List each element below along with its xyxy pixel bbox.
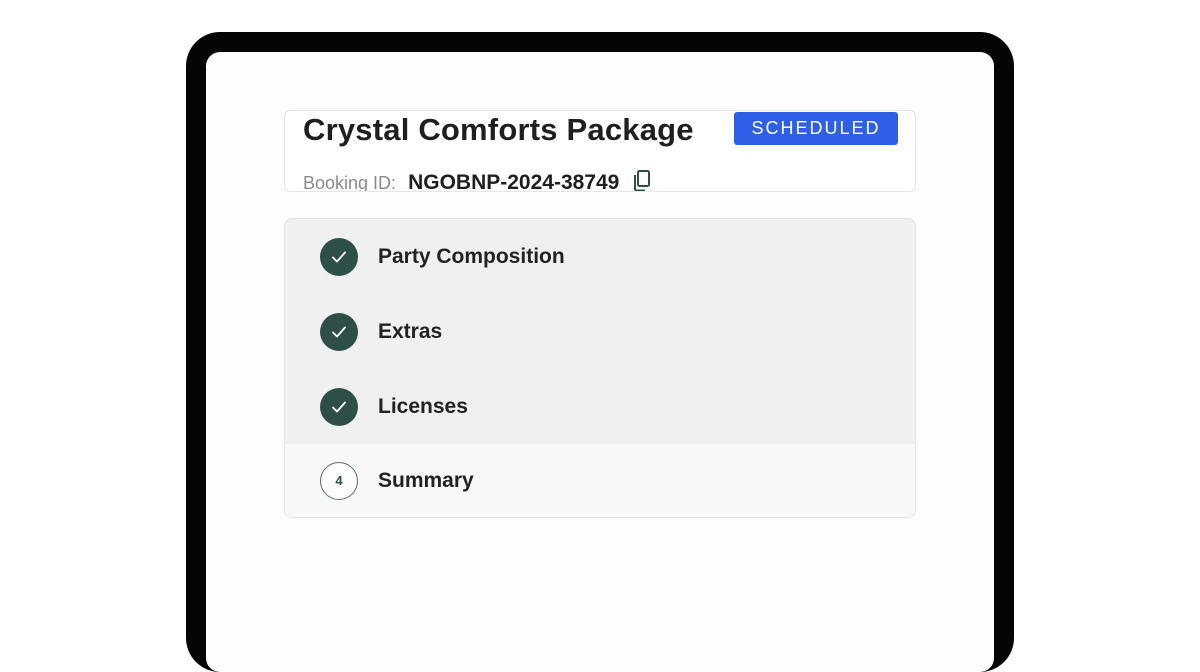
step-label: Licenses bbox=[378, 394, 468, 418]
step-label: Extras bbox=[378, 319, 443, 343]
check-icon bbox=[320, 312, 358, 351]
step-party-composition[interactable]: Party Composition bbox=[285, 219, 915, 294]
check-icon bbox=[320, 387, 358, 426]
booking-header-card: Crystal Comforts Package SCHEDULED Booki… bbox=[284, 110, 916, 192]
step-extras[interactable]: Extras bbox=[285, 294, 915, 369]
booking-id-label: Booking ID: bbox=[303, 173, 397, 192]
check-icon bbox=[320, 237, 358, 276]
booking-steps: Party Composition Extras Licenses 4 Summ… bbox=[284, 218, 916, 518]
status-badge: SCHEDULED bbox=[734, 112, 898, 145]
step-label: Party Composition bbox=[378, 244, 565, 268]
step-licenses[interactable]: Licenses bbox=[285, 369, 915, 444]
package-title: Crystal Comforts Package bbox=[303, 112, 694, 147]
copy-icon[interactable] bbox=[633, 170, 651, 191]
booking-id-value: NGOBNP-2024-38749 bbox=[408, 171, 620, 192]
step-summary[interactable]: 4 Summary bbox=[285, 444, 915, 517]
booking-id-row: Booking ID: NGOBNP-2024-38749 bbox=[303, 167, 651, 192]
app-screen: Crystal Comforts Package SCHEDULED Booki… bbox=[206, 52, 994, 672]
step-number-badge: 4 bbox=[320, 461, 358, 500]
step-label: Summary bbox=[378, 468, 474, 492]
